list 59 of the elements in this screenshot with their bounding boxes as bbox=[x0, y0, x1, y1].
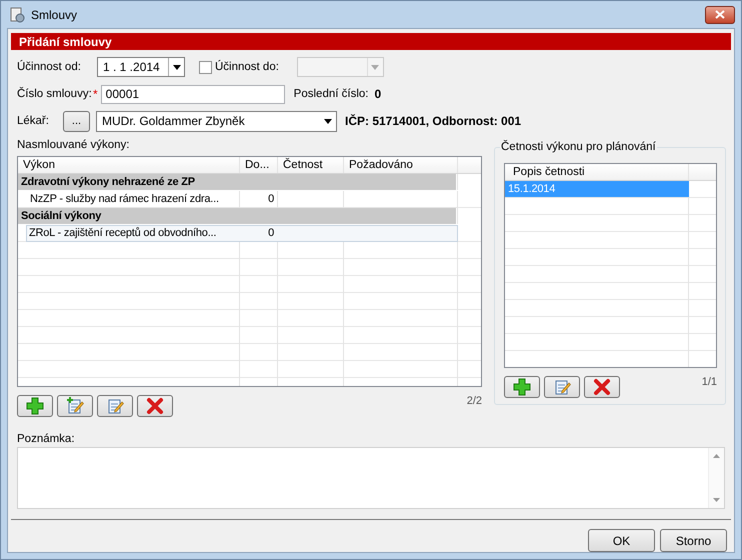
last-number-value: 0 bbox=[374, 87, 382, 101]
dialog-button[interactable]: OK bbox=[588, 529, 655, 552]
window-title: Smlouvy bbox=[31, 8, 78, 22]
dialog-button[interactable]: Storno bbox=[660, 529, 727, 552]
edit-button[interactable] bbox=[544, 376, 580, 398]
required-mark: * bbox=[93, 87, 98, 101]
table-cell-text: 0 bbox=[267, 192, 275, 207]
note-field[interactable] bbox=[17, 447, 725, 509]
close-icon bbox=[715, 10, 725, 19]
field-label: Účinnost od: bbox=[17, 61, 82, 73]
add-icon bbox=[513, 378, 531, 396]
record-counter: 2/2 bbox=[466, 395, 482, 407]
delete-icon bbox=[593, 378, 611, 396]
column-header[interactable]: Četnost bbox=[278, 157, 344, 173]
add-button[interactable] bbox=[17, 395, 53, 417]
table-row[interactable]: NzZP - služby nad rámec hrazení zdra... 0 bbox=[18, 191, 481, 208]
column-header[interactable]: Požadováno bbox=[344, 157, 458, 173]
column-header[interactable]: Do... bbox=[240, 157, 278, 173]
add-note-button[interactable] bbox=[57, 395, 93, 417]
table-cell-text: Zdravotní výkony nehrazené ze ZP bbox=[20, 175, 196, 190]
field-label: Poslední číslo: bbox=[294, 88, 368, 100]
add-icon bbox=[26, 397, 44, 415]
dropdown-arrow-icon bbox=[324, 118, 332, 124]
section-header: Přidání smlouvy bbox=[11, 33, 731, 50]
doctor-dropdown[interactable]: MUDr. Goldammer Zbyněk bbox=[96, 110, 337, 132]
field-label: Lékař: bbox=[17, 115, 50, 127]
date-picker[interactable]: 1 . 1 .2014 bbox=[97, 57, 185, 77]
column-header[interactable]: Výkon bbox=[18, 157, 240, 173]
dropdown-arrow-icon bbox=[172, 64, 180, 70]
table-row[interactable]: ZRoL - zajištění receptů od obvodního... 0 bbox=[26, 225, 458, 242]
add-button[interactable] bbox=[504, 376, 540, 398]
contract-number-field[interactable]: 00001 bbox=[100, 84, 285, 104]
add-note-icon bbox=[66, 397, 84, 415]
edit-icon bbox=[106, 397, 124, 415]
delete-button[interactable] bbox=[584, 376, 620, 398]
dropdown-arrow-icon bbox=[371, 64, 380, 70]
doctor-info: IČP: 51714001, Odbornost: 001 bbox=[345, 114, 522, 128]
edit-button[interactable] bbox=[97, 395, 133, 417]
browse-button[interactable]: ... bbox=[63, 110, 90, 132]
group-title: Četnosti výkonu pro plánování bbox=[500, 141, 657, 153]
section-label: Nasmlouvané výkony: bbox=[17, 139, 130, 151]
edit-icon bbox=[553, 378, 571, 396]
field-label: Poznámka: bbox=[17, 433, 76, 445]
table-cell-text: ZRoL - zajištění receptů od obvodního... bbox=[28, 226, 218, 241]
group-row[interactable]: Zdravotní výkony nehrazené ze ZP bbox=[18, 174, 481, 191]
delete-button[interactable] bbox=[137, 395, 173, 417]
close-button[interactable] bbox=[705, 6, 735, 24]
table-cell-text: Sociální výkony bbox=[20, 209, 102, 224]
scroll-down-icon bbox=[713, 498, 720, 502]
group-row[interactable]: Sociální výkony bbox=[18, 208, 481, 225]
table-cell-text: 0 bbox=[267, 226, 275, 241]
column-header[interactable]: Popis četnosti bbox=[505, 164, 689, 180]
record-counter: 1/1 bbox=[702, 376, 717, 388]
app-icon bbox=[9, 6, 25, 22]
delete-icon bbox=[146, 397, 164, 415]
scroll-up-icon bbox=[713, 454, 720, 458]
checkbox-label: Účinnost do: bbox=[215, 61, 279, 73]
table-cell-text: NzZP - služby nad rámec hrazení zdra... bbox=[29, 192, 220, 207]
field-label: Číslo smlouvy: bbox=[17, 88, 91, 100]
